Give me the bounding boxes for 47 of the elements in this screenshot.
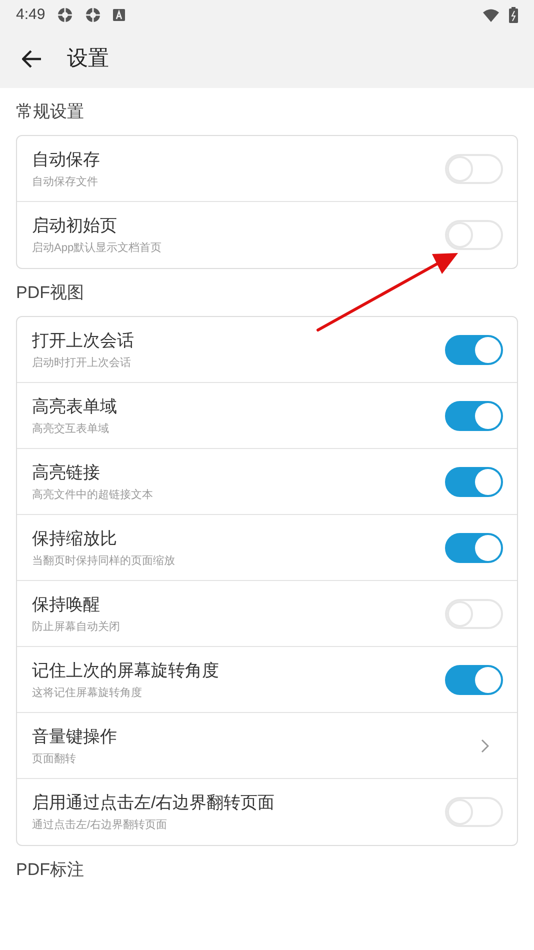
toggle-switch[interactable] [445, 532, 503, 562]
setting-description: 启动时打开上次会话 [32, 356, 132, 370]
section-heading: PDF视图 [16, 282, 84, 304]
toggle-switch[interactable] [445, 664, 503, 694]
toggle-switch[interactable] [445, 466, 503, 496]
keyboard-icon [113, 9, 126, 21]
page-title: 设置 [67, 46, 109, 72]
setting-title: 启用通过点击左/右边界翻转页面 [32, 792, 275, 814]
settings-row[interactable]: 自动保存 自动保存文件 [17, 136, 517, 202]
settings-row[interactable]: 启用通过点击左/右边界翻转页面 通过点击左/右边界翻转页面 [17, 779, 517, 845]
setting-title: 保持唤醒 [32, 594, 101, 616]
setting-description: 这将记住屏幕旋转角度 [32, 686, 143, 700]
setting-description: 启动App默认显示文档首页 [32, 241, 162, 255]
setting-description: 自动保存文件 [32, 174, 99, 188]
status-time: 4:49 [16, 4, 46, 25]
back-arrow-icon [22, 50, 42, 68]
setting-title: 打开上次会话 [32, 330, 134, 352]
settings-row[interactable]: 启动初始页 启动App默认显示文档首页 [17, 202, 517, 268]
setting-description: 页面翻转 [32, 752, 77, 766]
setting-title: 保持缩放比 [32, 528, 118, 550]
toggle-switch[interactable] [445, 400, 503, 430]
setting-title: 高亮链接 [32, 462, 101, 484]
settings-row[interactable]: 高亮表单域 高亮交互表单域 [17, 383, 517, 449]
aperture-icon [85, 7, 102, 23]
setting-description: 高亮文件中的超链接文本 [32, 488, 153, 502]
setting-title: 启动初始页 [32, 215, 118, 237]
setting-title: 高亮表单域 [32, 396, 117, 418]
toggle-switch[interactable] [445, 334, 503, 364]
battery-icon [509, 7, 518, 23]
settings-row[interactable]: 保持唤醒 防止屏幕自动关闭 [17, 581, 517, 647]
setting-description: 防止屏幕自动关闭 [32, 620, 120, 634]
aperture-icon [57, 7, 74, 23]
section-heading: PDF标注 [16, 858, 84, 881]
setting-description: 通过点击左/右边界翻转页面 [32, 818, 168, 832]
chevron-icon [481, 738, 489, 752]
setting-title: 音量键操作 [32, 726, 117, 748]
settings-row[interactable]: 记住上次的屏幕旋转角度 这将记住屏幕旋转角度 [17, 647, 517, 713]
setting-title: 自动保存 [32, 148, 100, 170]
settings-row[interactable]: 高亮链接 高亮文件中的超链接文本 [17, 449, 517, 515]
settings-row[interactable]: 打开上次会话 启动时打开上次会话 [17, 317, 517, 383]
settings-row[interactable]: 保持缩放比 当翻页时保持同样的页面缩放 [17, 515, 517, 581]
setting-description: 高亮交互表单域 [32, 422, 110, 436]
section-heading: 常规设置 [16, 100, 84, 123]
setting-description: 当翻页时保持同样的页面缩放 [32, 554, 175, 568]
wifi-icon [483, 8, 499, 22]
setting-title: 记住上次的屏幕旋转角度 [32, 660, 219, 682]
settings-row[interactable]: 音量键操作 页面翻转 [17, 713, 517, 779]
